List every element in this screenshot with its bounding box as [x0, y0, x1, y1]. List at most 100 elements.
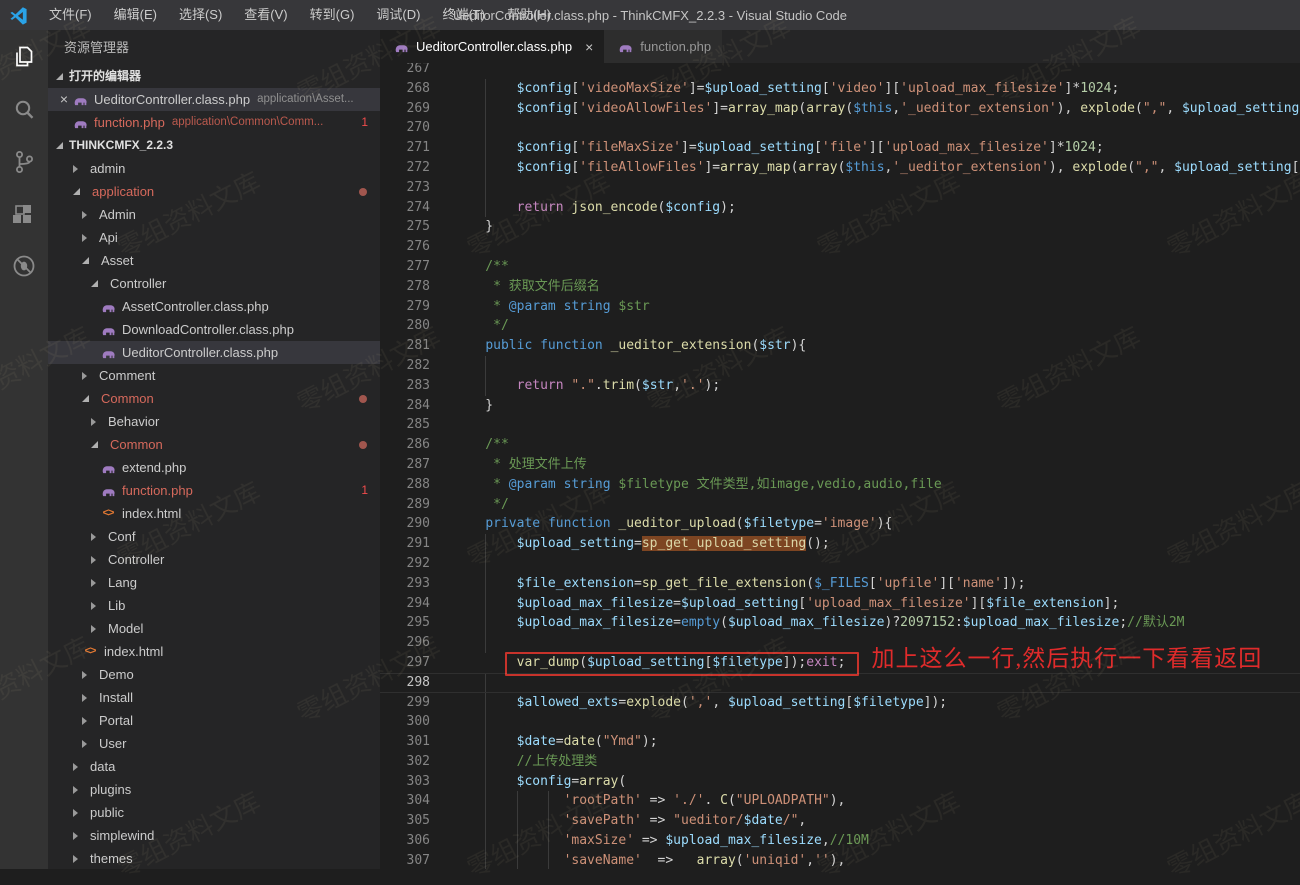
line-number[interactable]: 278 — [380, 277, 430, 297]
code-line[interactable]: 274 return json_encode($config); — [380, 198, 1300, 218]
tree-file-function.php[interactable]: function.php1 — [48, 479, 380, 502]
tree-folder-admin[interactable]: Admin — [48, 203, 380, 226]
line-number[interactable]: 275 — [380, 217, 430, 237]
line-number[interactable]: 300 — [380, 712, 430, 732]
line-number[interactable]: 291 — [380, 534, 430, 554]
tree-folder-common[interactable]: Common — [48, 433, 380, 456]
code-line[interactable]: 283 return ".".trim($str,'.'); — [380, 376, 1300, 396]
code-area[interactable]: 267268 $config['videoMaxSize']=$upload_s… — [380, 63, 1300, 869]
line-number[interactable]: 289 — [380, 495, 430, 515]
code-line[interactable]: 271 $config['fileMaxSize']=$upload_setti… — [380, 138, 1300, 158]
tree-folder-user[interactable]: User — [48, 732, 380, 755]
tree-file-index.html[interactable]: <>index.html — [48, 502, 380, 525]
open-editor-item[interactable]: function.phpapplication\Common\Comm...1 — [48, 111, 380, 134]
tree-folder-data[interactable]: data — [48, 755, 380, 778]
code-line[interactable]: 293 $file_extension=sp_get_file_extensio… — [380, 574, 1300, 594]
tree-folder-common[interactable]: Common — [48, 387, 380, 410]
tree-folder-model[interactable]: Model — [48, 617, 380, 640]
line-number[interactable]: 299 — [380, 693, 430, 713]
line-number[interactable]: 303 — [380, 772, 430, 792]
close-icon[interactable]: × — [56, 88, 72, 111]
line-number[interactable]: 294 — [380, 594, 430, 614]
close-icon[interactable]: × — [585, 39, 593, 55]
code-line[interactable]: 268 $config['videoMaxSize']=$upload_sett… — [380, 79, 1300, 99]
line-number[interactable]: 279 — [380, 297, 430, 317]
code-line[interactable]: 291 $upload_setting=sp_get_upload_settin… — [380, 534, 1300, 554]
tree-folder-application[interactable]: application — [48, 180, 380, 203]
line-number[interactable]: 287 — [380, 455, 430, 475]
line-number[interactable]: 307 — [380, 851, 430, 869]
code-line[interactable]: 284 } — [380, 396, 1300, 416]
line-number[interactable]: 306 — [380, 831, 430, 851]
line-number[interactable]: 286 — [380, 435, 430, 455]
code-line[interactable]: 276 — [380, 237, 1300, 257]
line-number[interactable]: 273 — [380, 178, 430, 198]
code-line[interactable]: 306 'maxSize' => $upload_max_filesize,//… — [380, 831, 1300, 851]
tree-folder-lang[interactable]: Lang — [48, 571, 380, 594]
debug-icon[interactable] — [0, 242, 48, 290]
tree-folder-demo[interactable]: Demo — [48, 663, 380, 686]
code-line[interactable]: 272 $config['fileAllowFiles']=array_map(… — [380, 158, 1300, 178]
tree-folder-themes[interactable]: themes — [48, 847, 380, 869]
tree-folder-install[interactable]: Install — [48, 686, 380, 709]
project-section-header[interactable]: THINKCMFX_2.2.3 — [48, 134, 380, 157]
line-number[interactable]: 276 — [380, 237, 430, 257]
menu-item[interactable]: 终端(T) — [431, 0, 496, 30]
line-number[interactable]: 293 — [380, 574, 430, 594]
tree-file-extend.php[interactable]: extend.php — [48, 456, 380, 479]
line-number[interactable]: 283 — [380, 376, 430, 396]
line-number[interactable]: 284 — [380, 396, 430, 416]
tree-file-assetcontroller.class.php[interactable]: AssetController.class.php — [48, 295, 380, 318]
code-line[interactable]: 302 //上传处理类 — [380, 752, 1300, 772]
open-editors-header[interactable]: 打开的编辑器 — [48, 65, 380, 88]
code-line[interactable]: 277 /** — [380, 257, 1300, 277]
code-line[interactable]: 288 * @param string $filetype 文件类型,如imag… — [380, 475, 1300, 495]
line-number[interactable]: 288 — [380, 475, 430, 495]
tree-folder-admin[interactable]: admin — [48, 157, 380, 180]
line-number[interactable]: 274 — [380, 198, 430, 218]
line-number[interactable]: 302 — [380, 752, 430, 772]
code-line[interactable]: 299 $allowed_exts=explode(',', $upload_s… — [380, 693, 1300, 713]
line-number[interactable]: 285 — [380, 415, 430, 435]
code-line[interactable]: 307 'saveName' => array('uniqid',''), — [380, 851, 1300, 869]
line-number[interactable]: 267 — [380, 63, 430, 79]
line-number[interactable]: 296 — [380, 633, 430, 653]
code-line[interactable]: 281 public function _ueditor_extension($… — [380, 336, 1300, 356]
extensions-icon[interactable] — [0, 190, 48, 238]
tree-folder-asset[interactable]: Asset — [48, 249, 380, 272]
code-line[interactable]: 295 $upload_max_filesize=empty($upload_m… — [380, 613, 1300, 633]
code-line[interactable]: 298 — [380, 673, 1300, 693]
code-line[interactable]: 294 $upload_max_filesize=$upload_setting… — [380, 594, 1300, 614]
line-number[interactable]: 295 — [380, 613, 430, 633]
line-number[interactable]: 301 — [380, 732, 430, 752]
code-line[interactable]: 273 — [380, 178, 1300, 198]
source-control-icon[interactable] — [0, 138, 48, 186]
code-line[interactable]: 286 /** — [380, 435, 1300, 455]
tab-ueditorcontroller.class.php[interactable]: UeditorController.class.php× — [380, 30, 604, 63]
line-number[interactable]: 268 — [380, 79, 430, 99]
line-number[interactable]: 270 — [380, 118, 430, 138]
menu-item[interactable]: 调试(D) — [365, 0, 431, 30]
tree-folder-plugins[interactable]: plugins — [48, 778, 380, 801]
tree-folder-public[interactable]: public — [48, 801, 380, 824]
code-line[interactable]: 279 * @param string $str — [380, 297, 1300, 317]
code-line[interactable]: 303 $config=array( — [380, 772, 1300, 792]
code-line[interactable]: 275 } — [380, 217, 1300, 237]
code-line[interactable]: 300 — [380, 712, 1300, 732]
code-line[interactable]: 305 'savePath' => "ueditor/$date/", — [380, 811, 1300, 831]
menu-item[interactable]: 选择(S) — [168, 0, 233, 30]
line-number[interactable]: 298 — [380, 674, 430, 692]
menu-item[interactable]: 编辑(E) — [103, 0, 168, 30]
tab-function.php[interactable]: function.php — [604, 30, 722, 63]
tree-file-downloadcontroller.class.php[interactable]: DownloadController.class.php — [48, 318, 380, 341]
tree-folder-api[interactable]: Api — [48, 226, 380, 249]
explorer-icon[interactable] — [0, 33, 48, 81]
line-number[interactable]: 272 — [380, 158, 430, 178]
code-line[interactable]: 285 — [380, 415, 1300, 435]
tree-folder-behavior[interactable]: Behavior — [48, 410, 380, 433]
code-line[interactable]: 278 * 获取文件后缀名 — [380, 277, 1300, 297]
code-line[interactable]: 304 'rootPath' => './'. C("UPLOADPATH"), — [380, 791, 1300, 811]
line-number[interactable]: 282 — [380, 356, 430, 376]
code-line[interactable]: 267 — [380, 63, 1300, 79]
tree-file-index.html[interactable]: <>index.html — [48, 640, 380, 663]
